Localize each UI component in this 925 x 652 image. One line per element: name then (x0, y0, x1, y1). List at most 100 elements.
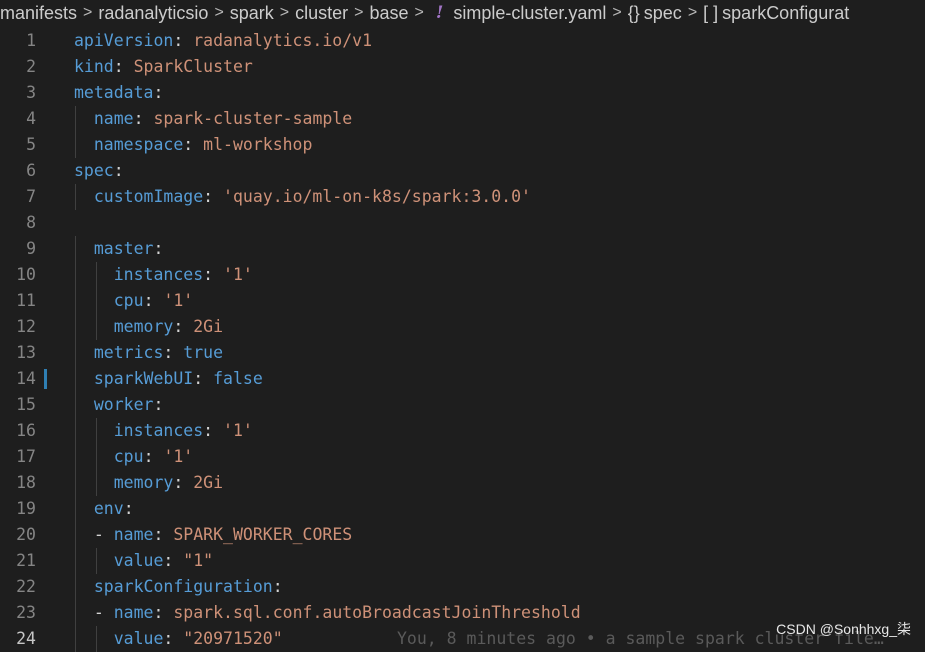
line-number: 17 (16, 447, 36, 466)
code-line[interactable]: 9 master: (0, 236, 925, 262)
code-line[interactable]: 14 sparkWebUI: false (0, 366, 925, 392)
line-number: 2 (26, 57, 36, 76)
line-number: 8 (26, 213, 36, 232)
yaml-key: sparkConfiguration (93, 577, 273, 596)
yaml-punctuation: : (203, 421, 224, 440)
code-line[interactable]: 4 name: spark-cluster-sample (0, 106, 925, 132)
yaml-punctuation: : (113, 57, 134, 76)
line-number: 11 (16, 291, 36, 310)
line-number: 7 (26, 187, 36, 206)
code-line[interactable]: 11 cpu: '1' (0, 288, 925, 314)
code-line[interactable]: 7 customImage: 'quay.io/ml-on-k8s/spark:… (0, 184, 925, 210)
yaml-value: spark.sql.conf.autoBroadcastJoinThreshol… (173, 603, 581, 622)
code-text: spec: (74, 158, 124, 184)
yaml-punctuation: : (173, 317, 194, 336)
yaml-key: value (113, 629, 164, 648)
code-line[interactable]: 17 cpu: '1' (0, 444, 925, 470)
code-line[interactable]: 6 spec: (0, 158, 925, 184)
code-editor[interactable]: 1 apiVersion: radanalytics.io/v1 2 kind: Sp… (0, 28, 925, 652)
yaml-punctuation: : (153, 83, 164, 102)
code-line[interactable]: 5 namespace: ml-workshop (0, 132, 925, 158)
yaml-punctuation (74, 395, 94, 414)
yaml-key: apiVersion (74, 31, 174, 50)
line-number: 22 (16, 577, 36, 596)
line-number: 23 (16, 603, 36, 622)
yaml-value: 'quay.io/ml-on-k8s/spark:3.0.0' (223, 187, 531, 206)
yaml-punctuation (74, 343, 94, 362)
code-text: kind: SparkCluster (74, 54, 253, 80)
code-text: worker: (74, 392, 164, 418)
yaml-punctuation: : (153, 395, 164, 414)
code-line[interactable]: 15 worker: (0, 392, 925, 418)
code-line[interactable]: 16 instances: '1' (0, 418, 925, 444)
code-line[interactable]: 2 kind: SparkCluster (0, 54, 925, 80)
yaml-key: memory (113, 473, 174, 492)
line-number: 18 (16, 473, 36, 492)
chevron-right-icon: > (214, 4, 224, 21)
yaml-punctuation (74, 369, 94, 388)
code-text: sparkConfiguration: (74, 574, 283, 600)
breadcrumb-item-cluster[interactable]: cluster (295, 3, 348, 24)
yaml-key: metadata (74, 83, 154, 102)
yaml-punctuation (74, 239, 94, 258)
code-line[interactable]: 22 sparkConfiguration: (0, 574, 925, 600)
breadcrumb-item-radanalyticsio[interactable]: radanalyticsio (98, 3, 208, 24)
yaml-punctuation: - (74, 603, 114, 622)
yaml-key: metrics (93, 343, 164, 362)
code-line[interactable]: 18 memory: 2Gi (0, 470, 925, 496)
yaml-file-icon: ! (435, 3, 444, 23)
yaml-key: spec (74, 161, 114, 180)
yaml-punctuation (74, 291, 114, 310)
line-number: 19 (16, 499, 36, 518)
yaml-punctuation: : (183, 135, 204, 154)
yaml-punctuation (74, 265, 114, 284)
breadcrumb-item-spec[interactable]: spec (644, 3, 682, 24)
code-line[interactable]: 10 instances: '1' (0, 262, 925, 288)
yaml-key: name (113, 525, 154, 544)
line-number: 14 (16, 369, 36, 388)
code-line[interactable]: 13 metrics: true (0, 340, 925, 366)
breadcrumb-item-manifests[interactable]: manifests (0, 3, 77, 24)
code-text: value: "20971520" (74, 626, 283, 652)
breadcrumb-item-base[interactable]: base (370, 3, 409, 24)
yaml-key: kind (74, 57, 114, 76)
line-number: 1 (26, 31, 36, 50)
yaml-punctuation: : (153, 525, 174, 544)
yaml-punctuation: : (143, 447, 164, 466)
code-line[interactable]: 20 - name: SPARK_WORKER_CORES (0, 522, 925, 548)
code-line[interactable]: 12 memory: 2Gi (0, 314, 925, 340)
yaml-punctuation (74, 317, 114, 336)
code-line[interactable]: 19 env: (0, 496, 925, 522)
chevron-right-icon: > (612, 4, 622, 21)
yaml-key: master (93, 239, 154, 258)
yaml-punctuation: : (143, 291, 164, 310)
yaml-value: spark-cluster-sample (153, 109, 353, 128)
yaml-value: radanalytics.io/v1 (193, 31, 373, 50)
breadcrumb-item-spark[interactable]: spark (230, 3, 274, 24)
yaml-value: 2Gi (193, 317, 224, 336)
yaml-key: customImage (93, 187, 204, 206)
yaml-value: false (213, 369, 263, 388)
line-number: 10 (16, 265, 36, 284)
code-line[interactable]: 1 apiVersion: radanalytics.io/v1 (0, 28, 925, 54)
code-line[interactable]: 21 value: "1" (0, 548, 925, 574)
breadcrumb-item-file[interactable]: simple-cluster.yaml (453, 3, 606, 24)
yaml-value: 2Gi (193, 473, 224, 492)
line-number: 3 (26, 83, 36, 102)
yaml-value: '1' (223, 265, 253, 284)
modified-line-gutter-indicator[interactable] (44, 369, 47, 389)
yaml-punctuation: : (123, 499, 134, 518)
code-text: cpu: '1' (74, 444, 194, 470)
code-text: sparkWebUI: false (74, 366, 263, 392)
yaml-value: "20971520" (183, 629, 283, 648)
code-line[interactable]: 3 metadata: (0, 80, 925, 106)
code-line[interactable]: 8 (0, 210, 925, 236)
line-number: 4 (26, 109, 36, 128)
breadcrumb-item-sparkconfiguration[interactable]: sparkConfigurat (722, 3, 849, 24)
yaml-punctuation: : (153, 239, 164, 258)
object-symbol-icon: {} (627, 2, 640, 23)
yaml-punctuation (74, 499, 94, 518)
yaml-punctuation: - (74, 525, 114, 544)
yaml-value: true (183, 343, 224, 362)
yaml-key: instances (113, 265, 204, 284)
